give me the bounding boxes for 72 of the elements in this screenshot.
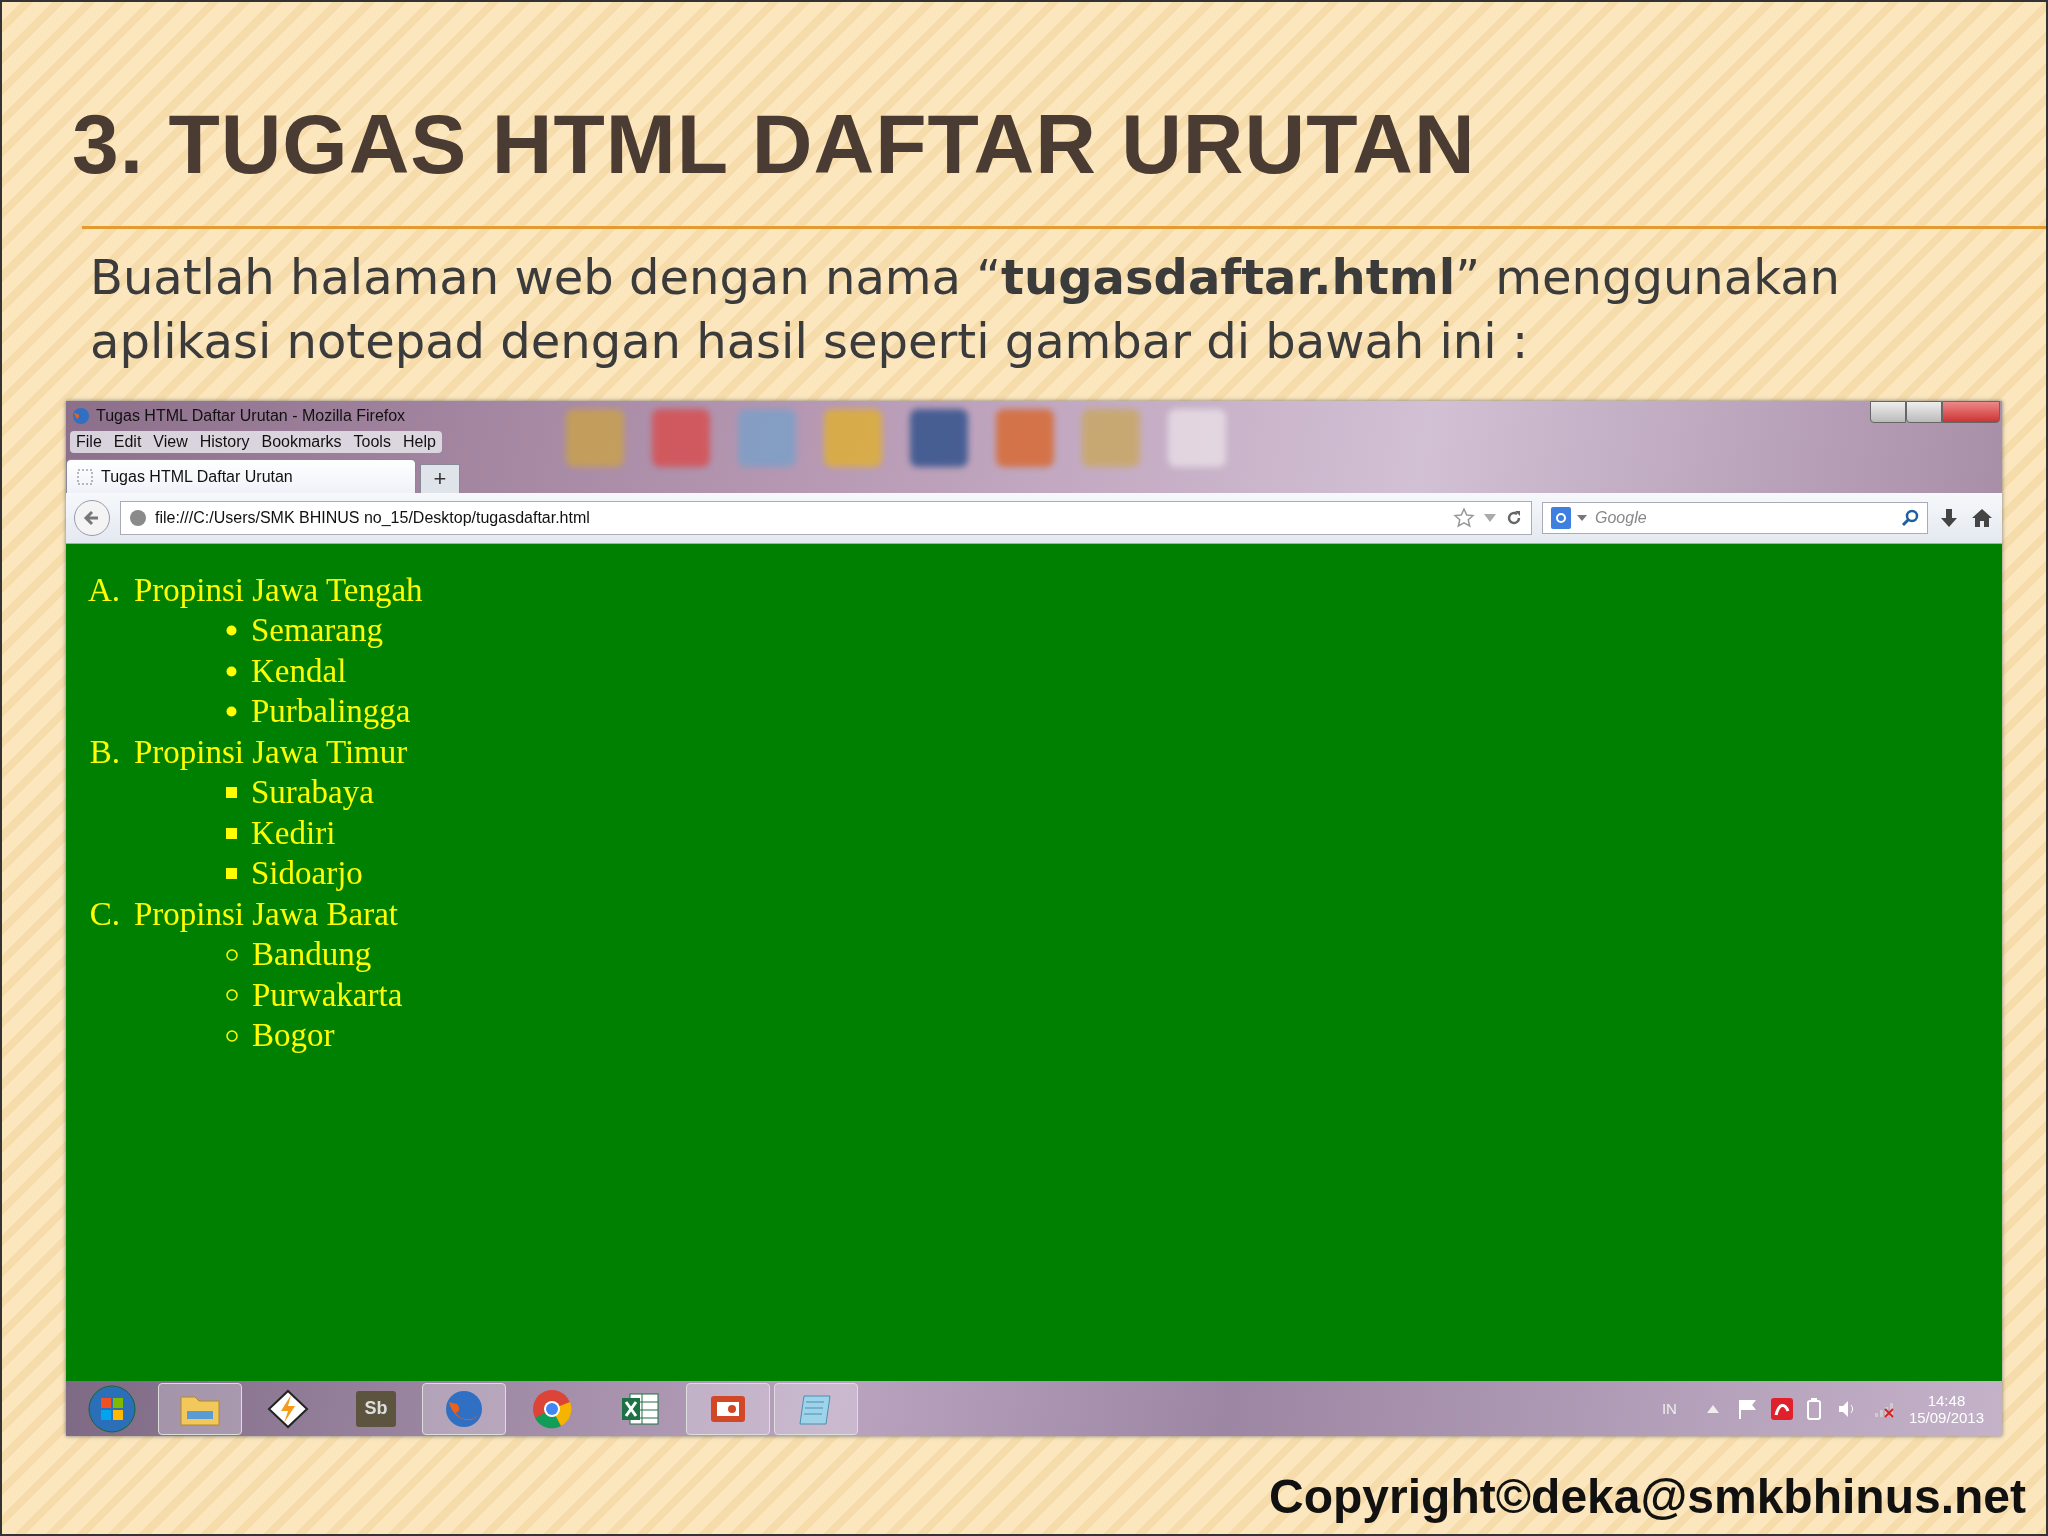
menu-item[interactable]: File [76, 433, 102, 451]
clock-time: 14:48 [1927, 1391, 1966, 1409]
battery-icon[interactable] [1806, 1397, 1821, 1420]
list-heading: Propinsi Jawa Tengah [134, 571, 423, 609]
bullet-icon [226, 787, 237, 799]
desktop-icon [738, 409, 796, 467]
slide-title: 3. TUGAS HTML DAFTAR URUTAN [72, 102, 1476, 186]
bullet-icon [226, 625, 237, 637]
app-icon[interactable]: Sb [356, 1390, 396, 1427]
window-title: Tugas HTML Daftar Urutan - Mozilla Firefox [96, 407, 406, 425]
restore-button[interactable] [1906, 401, 1942, 423]
back-button[interactable] [74, 500, 110, 536]
list-item: Semarang [251, 612, 383, 650]
search-bar[interactable]: Google [1542, 502, 1928, 534]
home-icon[interactable] [1970, 507, 1994, 529]
instruction-text: Buatlah halaman web dengan nama “tugasdaftar.html” menggunakan aplikasi notepad dengan hasil seperti gambar di bawah ini : [90, 248, 1841, 371]
bullet-icon [226, 1029, 238, 1042]
minimize-button[interactable] [1870, 401, 1906, 423]
desktop-icon [996, 409, 1054, 467]
lightning-icon[interactable] [267, 1388, 309, 1429]
clock-date: 15/09/2013 [1908, 1408, 1984, 1426]
menu-item[interactable]: View [153, 433, 188, 451]
list-marker: A. [86, 571, 120, 609]
list-heading: Propinsi Jawa Barat [134, 895, 398, 933]
list-item: Bogor [252, 1017, 335, 1055]
list-heading: Propinsi Jawa Timur [134, 733, 408, 771]
reload-icon[interactable] [1505, 509, 1523, 527]
menu-item[interactable]: Help [402, 433, 436, 451]
download-icon[interactable] [1938, 507, 1960, 529]
bullet-icon [226, 827, 237, 839]
flag-icon[interactable] [1736, 1398, 1759, 1419]
search-field[interactable]: Google [1593, 508, 1895, 528]
bullet-icon [226, 948, 238, 961]
bullet-icon [226, 868, 237, 880]
desktop-icon [652, 409, 710, 467]
menu-item[interactable]: Edit [113, 433, 142, 451]
bullet-icon [226, 665, 237, 677]
browser-icon[interactable] [531, 1387, 573, 1430]
list-item: Purwakarta [252, 976, 403, 1014]
desktop-icon [824, 409, 882, 467]
list-item: Sidoarjo [251, 855, 363, 893]
list-item: Bandung [252, 936, 372, 974]
list-item: Purbalingga [251, 693, 411, 731]
tray-arrow-icon[interactable] [1706, 1404, 1719, 1413]
list-item: Surabaya [251, 774, 374, 812]
desktop-icon [1168, 409, 1226, 467]
desktop-icon [566, 409, 624, 467]
browser-tab[interactable]: Tugas HTML Daftar Urutan [66, 459, 416, 493]
menu-item[interactable]: History [199, 433, 250, 451]
search-engine-icon[interactable] [1551, 507, 1571, 529]
search-icon[interactable] [1901, 509, 1919, 527]
dropdown-icon[interactable] [1483, 513, 1497, 523]
taskbar-button[interactable]: Sb [334, 1382, 418, 1435]
antivirus-icon[interactable] [1770, 1397, 1793, 1420]
bullet-icon [226, 989, 238, 1002]
new-tab-button[interactable]: + [420, 464, 460, 493]
menu-item[interactable]: Bookmarks [261, 433, 342, 451]
list-item: Kediri [251, 814, 336, 852]
bullet-icon [226, 706, 237, 718]
dropdown-icon[interactable] [1577, 515, 1587, 521]
address-bar[interactable]: file:///C:/Users/SMK BHINUS no_15/Desktop/tugasdaftar.html [120, 501, 1532, 535]
list-marker: C. [88, 895, 120, 933]
menu-item[interactable]: Tools [353, 433, 391, 451]
page-icon [77, 468, 93, 485]
star-icon[interactable] [1453, 507, 1475, 529]
windows-logo-icon[interactable] [87, 1383, 137, 1434]
list-marker: B. [88, 733, 120, 771]
desktop-icon [1082, 409, 1140, 467]
copyright-text: Copyright©deka@smkbhinus.net [1269, 1469, 2026, 1524]
desktop-icon [910, 409, 968, 467]
list-item: Kendal [251, 652, 347, 690]
close-button[interactable] [1942, 401, 2000, 423]
